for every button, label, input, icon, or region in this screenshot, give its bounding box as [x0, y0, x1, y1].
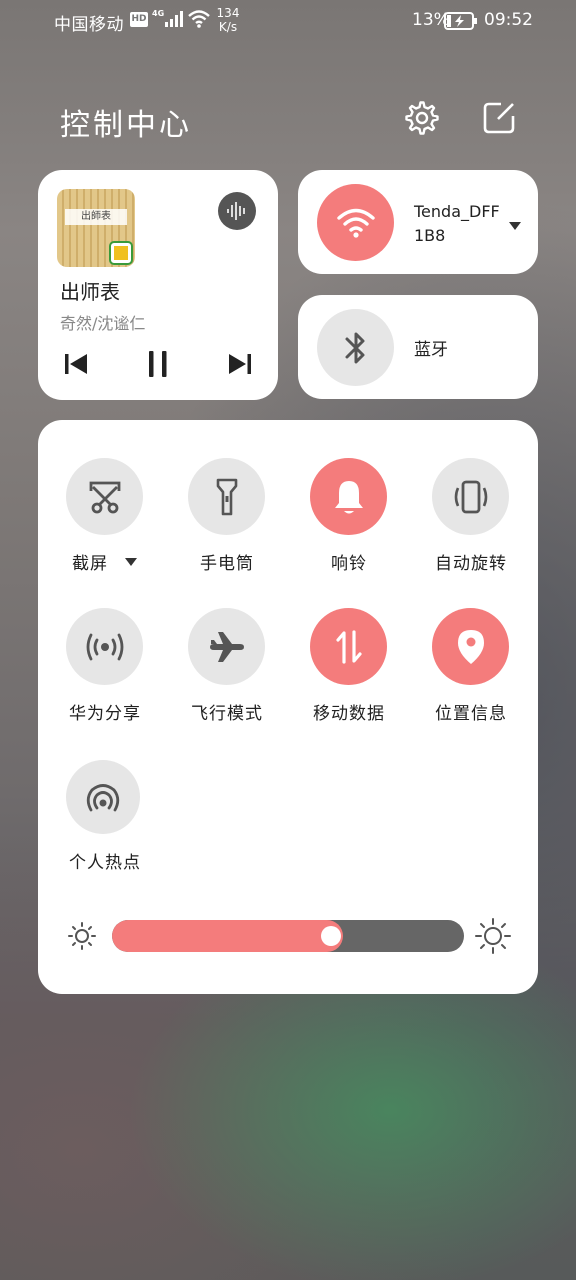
wifi-card[interactable]: Tenda_DFF1B8 — [298, 170, 538, 274]
clock: 09:52 — [484, 10, 533, 30]
screenshot-icon — [89, 481, 120, 513]
tile-label: 飞行模式 — [191, 704, 263, 724]
brightness-slider[interactable] — [112, 920, 464, 952]
network-type: 4G — [152, 9, 165, 18]
audio-wave-icon[interactable] — [218, 192, 256, 230]
hotspot-button[interactable] — [66, 760, 140, 834]
carrier-name: 中国移动 — [54, 15, 124, 35]
net-speed: 134 K/s — [214, 6, 242, 34]
tile-screenshot[interactable]: 截屏 — [45, 458, 165, 574]
signal-icon — [164, 11, 184, 31]
next-track-button[interactable] — [222, 346, 258, 382]
tile-label: 手电筒 — [200, 554, 254, 574]
auto-rotate-button[interactable] — [432, 458, 509, 535]
tile-label: 移动数据 — [313, 704, 385, 724]
edit-icon — [483, 102, 515, 134]
tile-label: 截屏 — [72, 554, 108, 574]
flashlight-button[interactable] — [188, 458, 265, 535]
song-title: 出师表 — [60, 280, 120, 304]
album-art-text: 出師表 — [65, 209, 127, 225]
bluetooth-icon — [345, 332, 364, 363]
quick-toggles-panel: 截屏 手电筒 响铃 自动旋转 华为分享 飞行模式 移动数据 位置信息 个人热点 — [38, 420, 538, 994]
tile-flashlight[interactable]: 手电筒 — [167, 458, 287, 574]
hotspot-icon — [86, 784, 120, 812]
pause-button[interactable] — [140, 346, 176, 382]
huawei-share-button[interactable] — [66, 608, 143, 685]
music-app-icon — [109, 241, 133, 265]
media-card[interactable]: 出師表 出师表 奇然/沈谧仁 — [38, 170, 278, 400]
previous-track-button[interactable] — [58, 346, 94, 382]
brightness-slider-thumb[interactable] — [320, 926, 341, 946]
page-title: 控制中心 — [60, 108, 192, 143]
chevron-down-icon[interactable] — [124, 552, 138, 572]
ringer-button[interactable] — [310, 458, 387, 535]
net-speed-unit: K/s — [218, 20, 238, 34]
wifi-toggle[interactable] — [317, 184, 394, 261]
wifi-network-name: Tenda_DFF1B8 — [414, 202, 500, 245]
mobile-data-icon — [335, 629, 362, 664]
tile-label: 响铃 — [331, 554, 367, 574]
net-speed-value: 134 — [216, 6, 240, 20]
auto-rotate-icon — [454, 480, 487, 513]
song-artist: 奇然/沈谧仁 — [60, 314, 146, 333]
mobile-data-button[interactable] — [310, 608, 387, 685]
wifi-icon — [336, 208, 375, 238]
wifi-status-icon — [187, 9, 211, 33]
settings-button[interactable] — [402, 98, 442, 138]
chevron-down-icon[interactable] — [508, 216, 522, 235]
location-button[interactable] — [432, 608, 509, 685]
album-art[interactable]: 出師表 — [57, 189, 135, 267]
tile-auto-rotate[interactable]: 自动旋转 — [411, 458, 531, 574]
tile-location[interactable]: 位置信息 — [411, 608, 531, 724]
tile-hotspot[interactable]: 个人热点 — [45, 760, 165, 873]
bluetooth-label: 蓝牙 — [414, 340, 448, 360]
location-icon — [457, 629, 484, 664]
pause-icon — [149, 351, 167, 377]
bell-icon — [334, 480, 363, 513]
brightness-low-icon — [66, 920, 98, 956]
skip-next-icon — [229, 354, 251, 374]
bluetooth-card[interactable]: 蓝牙 — [298, 295, 538, 399]
gear-icon — [405, 101, 439, 135]
hd-badge: HD — [130, 12, 148, 27]
tile-mobile-data[interactable]: 移动数据 — [289, 608, 409, 724]
tile-label: 自动旋转 — [435, 554, 507, 574]
flashlight-icon — [216, 478, 237, 515]
screenshot-button[interactable] — [66, 458, 143, 535]
bluetooth-toggle[interactable] — [317, 309, 394, 386]
status-bar: 中国移动 HD 4G 134 K/s 13% 09:52 — [0, 0, 576, 44]
brightness-slider-fill — [112, 920, 343, 952]
brightness-high-icon — [474, 917, 512, 959]
tile-label: 华为分享 — [69, 704, 141, 724]
skip-previous-icon — [65, 354, 87, 374]
airplane-icon — [209, 631, 244, 662]
edit-button[interactable] — [479, 98, 519, 138]
huawei-share-icon — [86, 633, 123, 660]
tile-ringer[interactable]: 响铃 — [289, 458, 409, 574]
tile-airplane-mode[interactable]: 飞行模式 — [167, 608, 287, 724]
tile-huawei-share[interactable]: 华为分享 — [45, 608, 165, 724]
battery-charging-icon — [444, 12, 478, 34]
tile-label: 位置信息 — [435, 704, 507, 724]
tile-label: 个人热点 — [69, 853, 141, 873]
airplane-mode-button[interactable] — [188, 608, 265, 685]
